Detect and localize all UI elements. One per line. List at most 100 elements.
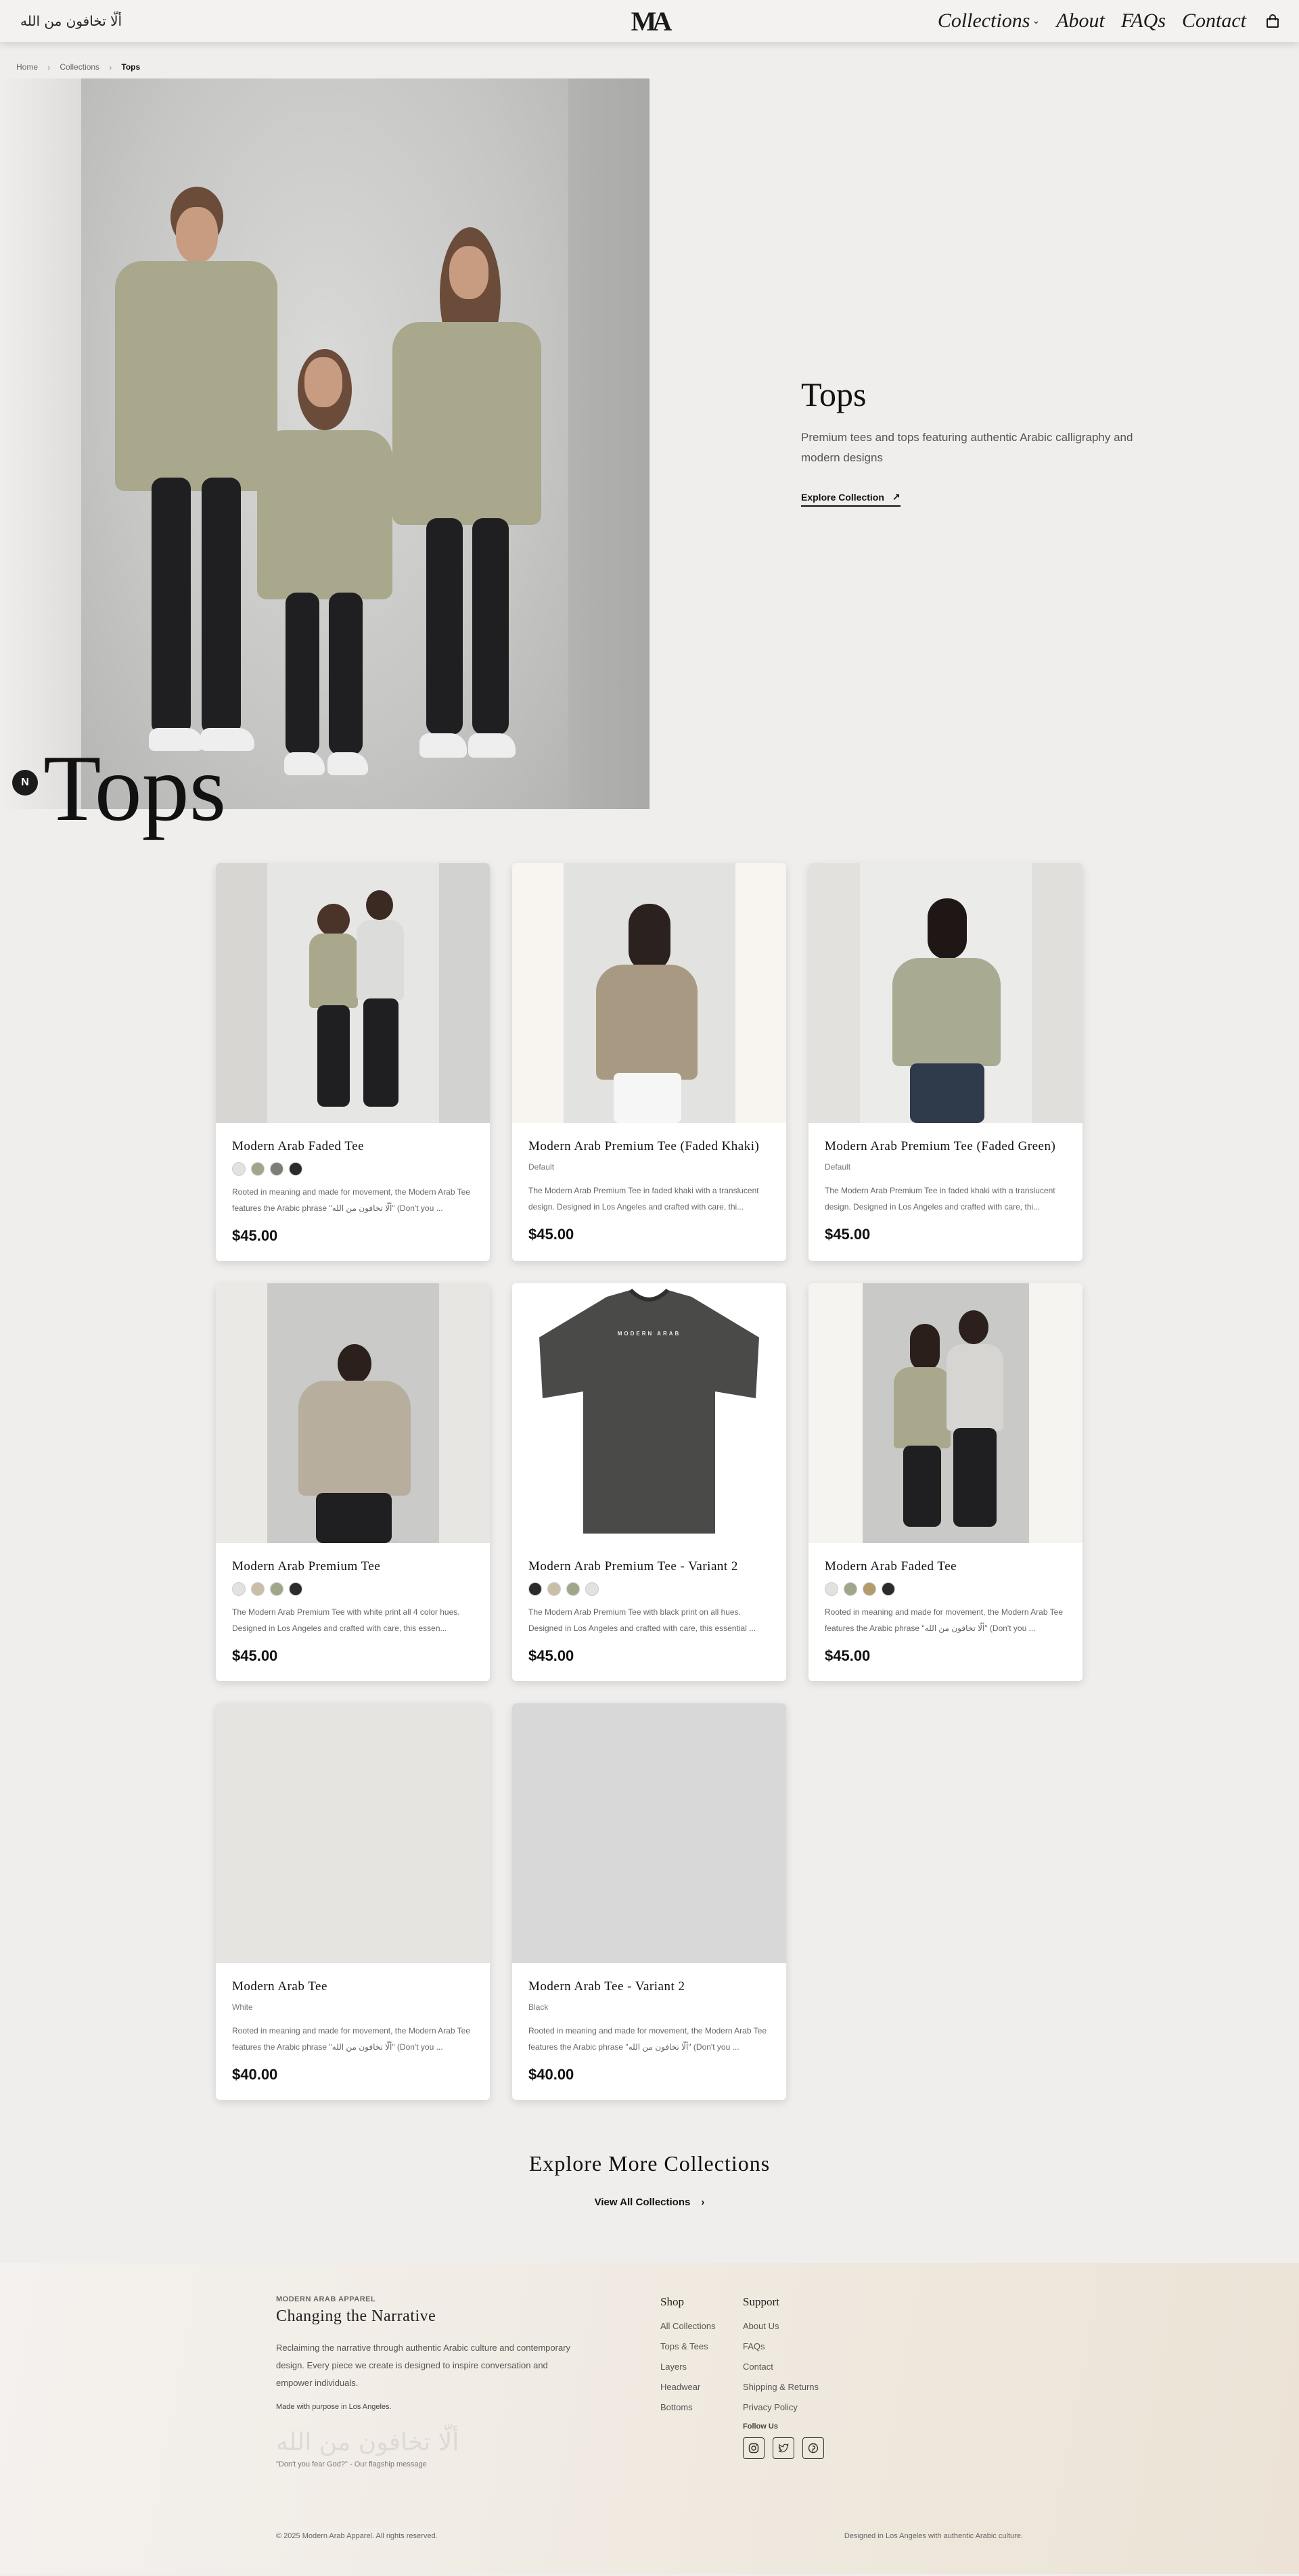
breadcrumb-home[interactable]: Home: [16, 62, 38, 72]
arabic-logo[interactable]: ألّا تخافون من الله: [20, 13, 122, 29]
color-swatches: [825, 1582, 1066, 1596]
explore-collection-label: Explore Collection: [801, 491, 884, 503]
product-price: $45.00: [825, 1647, 871, 1664]
color-swatch[interactable]: [270, 1582, 283, 1596]
product-price: $45.00: [528, 1647, 574, 1664]
explore-more-section: Explore More Collections View All Collec…: [0, 2151, 1299, 2209]
footer-link-shipping-returns[interactable]: Shipping & Returns: [743, 2382, 824, 2392]
product-image[interactable]: [216, 1283, 490, 1543]
color-swatch[interactable]: [289, 1162, 302, 1176]
explore-collection-link[interactable]: Explore Collection ↗: [801, 491, 901, 507]
brand-logo[interactable]: MA: [631, 5, 673, 37]
designed-in: Designed in Los Angeles with authentic A…: [844, 2532, 1023, 2540]
hero-description: Premium tees and tops featuring authenti…: [801, 431, 1133, 464]
nav-about[interactable]: About: [1056, 9, 1105, 32]
nav-faqs[interactable]: FAQs: [1121, 9, 1166, 32]
color-swatch[interactable]: [844, 1582, 857, 1596]
product-card[interactable]: Modern Arab Faded Tee Rooted in meaning …: [808, 1283, 1082, 1681]
product-name[interactable]: Modern Arab Tee - Variant 2: [528, 1979, 770, 1994]
shopping-bag-icon[interactable]: [1267, 14, 1279, 28]
footer-shop-title: Shop: [660, 2295, 684, 2308]
footer-quote: "Don't you fear God?" - Our flagship mes…: [276, 2460, 427, 2468]
color-swatch[interactable]: [863, 1582, 876, 1596]
footer-link-about-us[interactable]: About Us: [743, 2321, 824, 2331]
nav-collections[interactable]: Collections ⌄: [938, 9, 1040, 32]
product-image[interactable]: [808, 863, 1082, 1123]
product-price: $45.00: [232, 1647, 278, 1664]
instagram-icon[interactable]: [743, 2437, 765, 2459]
product-variant: Default: [825, 1162, 851, 1172]
color-swatch[interactable]: [232, 1582, 246, 1596]
product-info: Modern Arab Tee - Variant 2 Black Rooted…: [512, 1963, 786, 2100]
footer-support-column: Support About Us FAQs Contact Shipping &…: [743, 2295, 824, 2459]
footer-link-contact[interactable]: Contact: [743, 2362, 824, 2372]
color-swatch[interactable]: [566, 1582, 580, 1596]
social-links: [743, 2437, 824, 2459]
footer-link-all-collections[interactable]: All Collections: [660, 2321, 716, 2331]
follow-us-label: Follow Us: [743, 2422, 778, 2431]
footer-link-layers[interactable]: Layers: [660, 2362, 716, 2372]
copyright: © 2025 Modern Arab Apparel. All rights r…: [276, 2532, 438, 2540]
product-card[interactable]: Modern Arab Faded Tee Rooted in meaning …: [216, 863, 490, 1261]
breadcrumb: Home › Collections › Tops: [0, 42, 1299, 78]
footer-link-bottoms[interactable]: Bottoms: [660, 2402, 716, 2412]
color-swatch[interactable]: [251, 1162, 265, 1176]
nav-contact[interactable]: Contact: [1182, 9, 1246, 32]
color-swatch[interactable]: [825, 1582, 838, 1596]
product-info: Modern Arab Faded Tee Rooted in meaning …: [216, 1123, 490, 1261]
product-name[interactable]: Modern Arab Premium Tee (Faded Green): [825, 1139, 1066, 1154]
color-swatches: [232, 1582, 474, 1596]
product-name[interactable]: Modern Arab Faded Tee: [232, 1139, 474, 1154]
product-name[interactable]: Modern Arab Faded Tee: [825, 1559, 1066, 1574]
chevron-right-icon: ›: [47, 62, 51, 72]
color-swatch[interactable]: [251, 1582, 265, 1596]
product-name[interactable]: Modern Arab Premium Tee: [232, 1559, 474, 1574]
product-description: Rooted in meaning and made for movement,…: [825, 1607, 1063, 1633]
hero-overlay-title: Tops: [43, 736, 227, 841]
nav-badge[interactable]: N: [12, 770, 38, 796]
product-description: Rooted in meaning and made for movement,…: [232, 1187, 470, 1213]
color-swatch[interactable]: [547, 1582, 561, 1596]
product-info: Modern Arab Faded Tee Rooted in meaning …: [808, 1543, 1082, 1681]
product-name[interactable]: Modern Arab Tee: [232, 1979, 474, 1994]
product-description: The Modern Arab Premium Tee with white p…: [232, 1607, 460, 1633]
product-info: Modern Arab Premium Tee The Modern Arab …: [216, 1543, 490, 1681]
product-image[interactable]: [512, 1703, 786, 1963]
product-description: Rooted in meaning and made for movement,…: [528, 2026, 767, 2052]
chevron-right-icon: ›: [109, 62, 112, 72]
product-description: Rooted in meaning and made for movement,…: [232, 2026, 470, 2052]
product-card[interactable]: Modern Arab Premium Tee (Faded Khaki) De…: [512, 863, 786, 1261]
color-swatch[interactable]: [270, 1162, 283, 1176]
view-all-collections-link[interactable]: View All Collections ›: [595, 2196, 705, 2208]
chevron-right-icon: ›: [701, 2196, 705, 2208]
product-description: The Modern Arab Premium Tee in faded kha…: [825, 1186, 1055, 1212]
product-card[interactable]: Modern Arab Premium Tee The Modern Arab …: [216, 1283, 490, 1681]
product-image[interactable]: [216, 1703, 490, 1963]
main-nav: Collections ⌄ About FAQs Contact: [938, 9, 1279, 32]
product-image[interactable]: [512, 863, 786, 1123]
hero-info: Tops Premium tees and tops featuring aut…: [801, 375, 1153, 507]
footer-link-privacy-policy[interactable]: Privacy Policy: [743, 2402, 824, 2412]
product-card[interactable]: Modern Arab Premium Tee (Faded Green) De…: [808, 863, 1082, 1261]
footer-link-headwear[interactable]: Headwear: [660, 2382, 716, 2392]
product-card[interactable]: MODERN ARAB Modern Arab Premium Tee - Va…: [512, 1283, 786, 1681]
product-name[interactable]: Modern Arab Premium Tee - Variant 2: [528, 1559, 770, 1574]
footer-link-tops-tees[interactable]: Tops & Tees: [660, 2341, 716, 2351]
color-swatch[interactable]: [528, 1582, 542, 1596]
product-image[interactable]: [216, 863, 490, 1123]
product-name[interactable]: Modern Arab Premium Tee (Faded Khaki): [528, 1139, 770, 1154]
breadcrumb-collections[interactable]: Collections: [60, 62, 99, 72]
pinterest-icon[interactable]: [802, 2437, 824, 2459]
color-swatch[interactable]: [232, 1162, 246, 1176]
product-card[interactable]: Modern Arab Tee - Variant 2 Black Rooted…: [512, 1703, 786, 2100]
color-swatch[interactable]: [882, 1582, 895, 1596]
footer-link-faqs[interactable]: FAQs: [743, 2341, 824, 2351]
product-card[interactable]: Modern Arab Tee White Rooted in meaning …: [216, 1703, 490, 2100]
color-swatch[interactable]: [289, 1582, 302, 1596]
product-image[interactable]: [808, 1283, 1082, 1543]
product-description: The Modern Arab Premium Tee in faded kha…: [528, 1186, 759, 1212]
twitter-icon[interactable]: [773, 2437, 794, 2459]
breadcrumb-current: Tops: [121, 62, 141, 72]
color-swatch[interactable]: [585, 1582, 599, 1596]
product-image[interactable]: MODERN ARAB: [512, 1283, 786, 1543]
